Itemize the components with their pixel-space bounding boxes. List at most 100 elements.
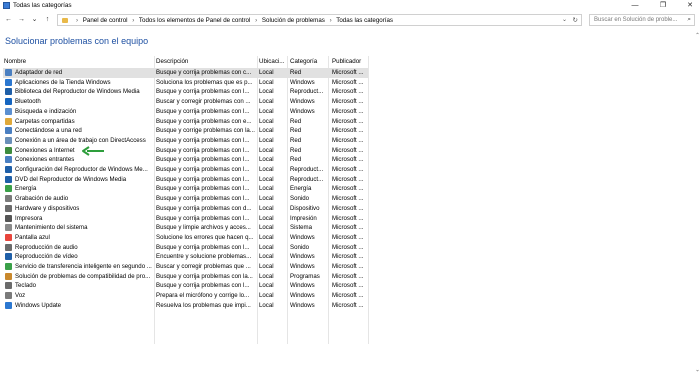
troubleshooter-publisher: Microsoft ... <box>332 107 364 115</box>
address-bar[interactable]: › Panel de control › Todos los elementos… <box>57 14 582 26</box>
table-row[interactable]: Mantenimiento del sistema Busque y limpie… <box>3 223 368 233</box>
dvd-icon <box>5 175 12 183</box>
table-row[interactable]: Energía Busque y corrija problemas con l.… <box>3 184 368 194</box>
table-row[interactable]: Voz Prepara el micrófono y corrige lo... L… <box>3 291 368 301</box>
table-row[interactable]: Solución de problemas de compatibilidad … <box>3 272 368 282</box>
troubleshooter-name: Mantenimiento del sistema <box>15 224 88 232</box>
troubleshooter-publisher: Microsoft ... <box>332 263 364 270</box>
troubleshooter-description: Busque y corrija problemas con l... <box>156 195 250 203</box>
troubleshooter-name: Conexión a un área de trabajo con Direct… <box>15 136 146 144</box>
troubleshooter-location: Local <box>259 243 274 251</box>
column-header-category[interactable]: Categoría <box>290 58 317 65</box>
vertical-scrollbar[interactable] <box>694 30 700 374</box>
forward-icon[interactable]: → <box>17 15 26 25</box>
column-header-publisher[interactable]: Publicador <box>332 58 361 65</box>
table-row[interactable]: Conexiones entrantes Busque y corrija pro… <box>3 155 368 165</box>
troubleshooter-category: Windows <box>290 282 315 290</box>
troubleshooter-description: Busque y corrija problemas con l... <box>156 107 250 115</box>
troubleshooter-publisher: Microsoft ... <box>332 136 364 144</box>
troubleshooter-publisher: Microsoft ... <box>332 175 364 183</box>
address-dropdown-icon[interactable]: ⌄ <box>562 16 567 23</box>
table-row[interactable]: Carpetas compartidas Busque y corrija pro… <box>3 117 368 127</box>
troubleshooter-name: Carpetas compartidas <box>15 117 75 125</box>
troubleshooter-description: Encuentre y solucione problemas... <box>156 253 252 261</box>
close-button[interactable]: ✕ <box>683 1 697 11</box>
table-row[interactable]: Conectándose a una red Busque y corrige p… <box>3 126 368 136</box>
troubleshooter-location: Local <box>259 204 274 212</box>
up-icon[interactable]: ↑ <box>43 15 52 25</box>
troubleshooter-name: Voz <box>15 292 26 300</box>
troubleshooter-category: Red <box>290 146 302 154</box>
maintenance-icon <box>5 224 12 232</box>
search-input[interactable]: Buscar en Solución de proble... ⌕ <box>589 14 695 26</box>
breadcrumb-all-items[interactable]: Todos los elementos de Panel de control <box>139 17 250 24</box>
table-row[interactable]: Teclado Busque y corrija problemas con l.… <box>3 281 368 291</box>
table-row[interactable]: DVD del Reproductor de Windows Media Busq… <box>3 175 368 185</box>
troubleshooter-location: Local <box>259 98 274 106</box>
keyboard-icon <box>5 282 12 290</box>
troubleshooter-publisher: Microsoft ... <box>332 204 364 212</box>
breadcrumb-separator: › <box>132 17 135 24</box>
minimize-button[interactable]: — <box>628 1 642 11</box>
troubleshooter-category: Red <box>290 127 302 135</box>
table-row[interactable]: Reproducción de audio Busque y corrija pr… <box>3 243 368 253</box>
table-row[interactable]: Conexión a un área de trabajo con Direct… <box>3 136 368 146</box>
troubleshooter-description: Solucione los errores que hacen q... <box>156 233 254 241</box>
troubleshooter-description: Busque y corrija problemas con la... <box>156 272 253 280</box>
troubleshooter-category: Red <box>290 136 302 144</box>
table-row[interactable]: Búsqueda e indización Busque y corrija pr… <box>3 107 368 117</box>
troubleshooter-publisher: Microsoft ... <box>332 98 364 106</box>
breadcrumb-troubleshooting[interactable]: Solución de problemas <box>262 17 325 24</box>
troubleshooter-location: Local <box>259 195 274 203</box>
table-row[interactable]: Hardware y dispositivos Busque y corrija … <box>3 204 368 214</box>
table-row[interactable]: Aplicaciones de la Tienda Windows Solucio… <box>3 78 368 88</box>
troubleshooter-description: Busque y corrija problemas con e... <box>156 117 252 125</box>
troubleshooter-location: Local <box>259 156 274 164</box>
troubleshooter-publisher: Microsoft ... <box>332 195 364 203</box>
search-index-icon <box>5 107 12 115</box>
table-row[interactable]: Configuración del Reproductor de Windows… <box>3 165 368 175</box>
troubleshooter-category: Sistema <box>290 224 313 232</box>
table-row[interactable]: Conexiones a Internet Busque y corrija pr… <box>3 146 368 156</box>
troubleshooter-publisher: Microsoft ... <box>332 185 364 193</box>
back-icon[interactable]: ← <box>4 15 13 25</box>
breadcrumb-all-categories[interactable]: Todas las categorías <box>336 17 393 24</box>
column-header-location[interactable]: Ubicaci... <box>259 58 284 65</box>
table-row[interactable]: Impresora Busque y corrija problemas con … <box>3 214 368 224</box>
breadcrumb: › Panel de control › Todos los elementos… <box>73 17 393 24</box>
troubleshooter-location: Local <box>259 146 274 154</box>
troubleshooter-publisher: Microsoft ... <box>332 292 364 300</box>
troubleshooter-location: Local <box>259 88 274 96</box>
search-icon[interactable]: ⌕ <box>687 16 691 24</box>
breadcrumb-control-panel[interactable]: Panel de control <box>83 17 128 24</box>
table-row[interactable]: Bluetooth Buscar y corregir problemas con… <box>3 97 368 107</box>
troubleshooter-description: Soluciona los problemas que es p... <box>156 78 253 86</box>
column-header-name[interactable]: Nombre <box>4 58 26 65</box>
maximize-button[interactable]: ❐ <box>656 1 670 11</box>
table-row[interactable]: Servicio de transferencia inteligente en… <box>3 262 368 272</box>
column-header-description[interactable]: Descripción <box>156 58 188 65</box>
troubleshooter-name: Aplicaciones de la Tienda Windows <box>15 78 111 86</box>
troubleshooter-category: Windows <box>290 233 315 241</box>
refresh-icon[interactable]: ↻ <box>573 16 578 24</box>
troubleshooter-location: Local <box>259 136 274 144</box>
network-adapter-icon <box>5 69 12 76</box>
directaccess-icon <box>5 136 12 144</box>
troubleshooter-location: Local <box>259 282 274 290</box>
recent-locations-icon[interactable]: ⌄ <box>30 15 39 25</box>
table-row[interactable]: Biblioteca del Reproductor de Windows Me… <box>3 87 368 97</box>
table-row[interactable]: Adaptador de red Busque y corrija problem… <box>3 68 368 78</box>
table-row[interactable]: Pantalla azul Solucione los errores que h… <box>3 233 368 243</box>
media-settings-icon <box>5 166 12 173</box>
table-row[interactable]: Reproducción de vídeo Encuentre y solucio… <box>3 252 368 262</box>
table-row[interactable]: Grabación de audio Busque y corrija probl… <box>3 194 368 204</box>
troubleshooter-publisher: Microsoft ... <box>332 156 364 164</box>
column-divider <box>368 56 369 344</box>
table-row[interactable]: Windows Update Resuelva los problemas que… <box>3 301 368 311</box>
troubleshooter-publisher: Microsoft ... <box>332 88 364 96</box>
troubleshooter-description: Buscar y corregir problemas con ... <box>156 98 251 106</box>
internet-icon <box>5 146 12 154</box>
troubleshooter-category: Reproduct... <box>290 88 324 96</box>
window-title: Todas las categorías <box>13 2 72 9</box>
troubleshooter-name: Servicio de transferencia inteligente en… <box>15 263 152 270</box>
